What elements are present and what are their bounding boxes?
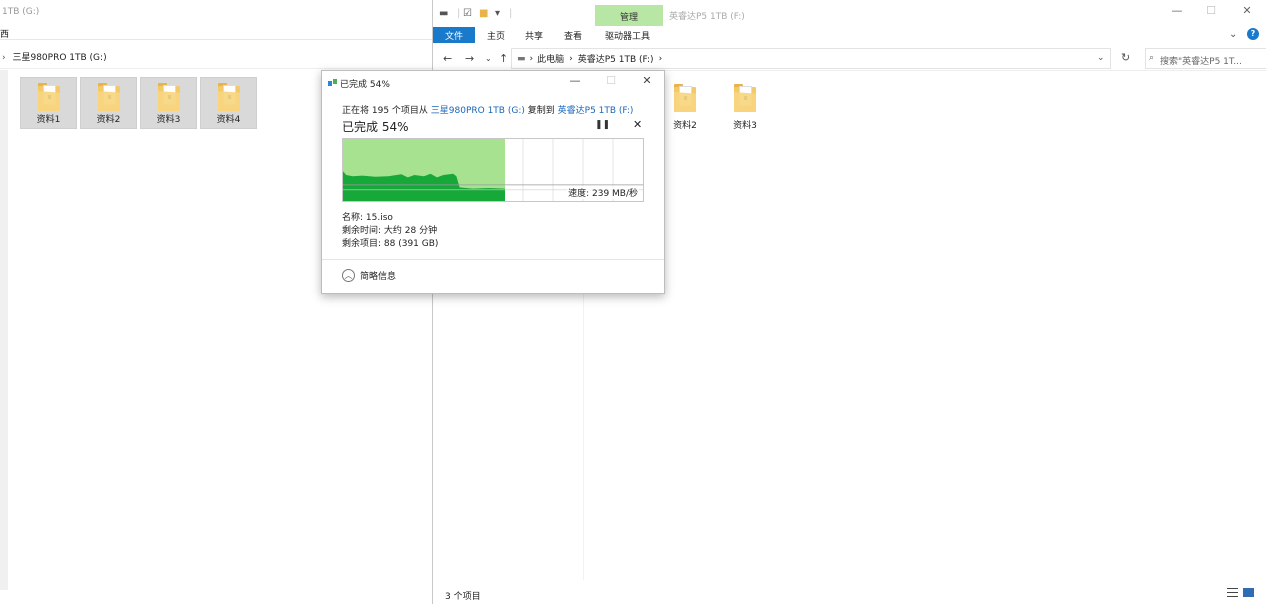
left-window-title: 1TB (G:) [2,7,40,17]
folder-label: 资料2 [96,115,121,125]
breadcrumb-this-pc[interactable]: 此电脑 [537,52,564,65]
new-folder-icon[interactable]: ■ [479,8,488,19]
folder-label: 资料3 [733,121,757,131]
expand-ribbon-icon[interactable]: ⌄ [1229,29,1237,40]
dialog-divider [322,259,664,260]
right-folder-item[interactable]: 资料2 [665,84,705,132]
folder-icon [218,83,240,111]
time-remaining: 剩余时间: 大约 28 分钟 [342,226,438,236]
status-bar: 3 个项目 [433,584,1266,604]
maximize-button[interactable]: ☐ [1201,4,1221,22]
folder-label: 资料1 [36,115,61,125]
back-arrow-icon[interactable]: ← [443,52,452,65]
folder-icon [38,83,60,111]
copy-icon [328,79,338,87]
cancel-button[interactable]: ✕ [633,118,642,131]
up-arrow-icon[interactable]: ↑ [499,52,508,65]
breadcrumb: ▬ › 此电脑 › 英睿达P5 1TB (F:) › [517,46,662,71]
large-icons-view-icon[interactable] [1243,588,1254,597]
tab-manage[interactable]: 管理 [595,5,663,26]
folder-label: 资料2 [673,121,697,131]
chevron-right-icon: › [2,53,6,63]
drive-icon: ▬ [517,53,526,64]
tab-home[interactable]: 主页 [487,27,505,43]
left-folder-item[interactable]: 资料2 [80,77,137,129]
help-icon[interactable]: ? [1247,28,1259,40]
right-window-title: 英睿达P5 1TB (F:) [669,12,745,22]
right-titlebar: ▬ | ☑ ■ ▾ | 管理 英睿达P5 1TB (F:) — ☐ ✕ [433,0,1266,27]
dialog-title: 已完成 54% [340,80,390,90]
chevron-right-icon[interactable]: › [530,54,534,64]
left-scrollbar[interactable] [0,70,8,590]
copy-progress-dialog: 已完成 54% — ☐ ✕ 正在将 195 个项目从 三星980PRO 1TB … [321,70,665,294]
properties-check-icon[interactable]: ☑ [463,8,472,19]
destination-link[interactable]: 英睿达P5 1TB (F:) [558,106,634,116]
copy-description: 正在将 195 个项目从 三星980PRO 1TB (G:) 复制到 英睿达P5… [342,103,633,116]
percent-complete: 已完成 54% [342,120,409,134]
tab-view[interactable]: 查看 [564,27,582,43]
left-ribbon: 西 [0,24,432,40]
less-details-button[interactable]: ︿ 简略信息 [342,269,396,282]
chevron-right-icon[interactable]: › [659,54,663,64]
left-folder-item[interactable]: 资料3 [140,77,197,129]
folder-icon [734,84,756,112]
chevron-right-icon[interactable]: › [569,54,573,64]
left-ribbon-text[interactable]: 西 [0,30,9,40]
search-placeholder: 搜索"英睿达P5 1T... [1160,57,1242,67]
tab-share[interactable]: 共享 [525,27,543,43]
tab-drive-tools[interactable]: 驱动器工具 [605,27,650,43]
dialog-minimize-button[interactable]: — [566,74,584,90]
speed-label: 速度: 239 MB/秒 [567,186,639,199]
dialog-maximize-button: ☐ [606,74,616,87]
items-remaining: 剩余项目: 88 (391 GB) [342,239,439,249]
left-folder-item[interactable]: 资料4 [200,77,257,129]
right-folder-item[interactable]: 资料3 [725,84,765,132]
chevron-up-icon: ︿ [342,269,355,282]
folder-label: 资料4 [216,115,241,125]
left-folder-item[interactable]: 资料1 [20,77,77,129]
separator-icon: | [509,8,513,19]
pause-button[interactable]: ❚❚ [595,120,610,130]
close-button[interactable]: ✕ [1237,4,1257,22]
address-dropdown-icon[interactable]: ⌄ [1097,53,1105,63]
copy-prefix: 正在将 195 个项目从 [342,106,428,116]
item-count: 3 个项目 [445,592,481,602]
drive-icon[interactable]: ▬ [439,8,448,19]
less-details-label: 简略信息 [360,272,397,282]
minimize-button[interactable]: — [1167,4,1187,22]
speed-graph: 速度: 239 MB/秒 [342,138,644,202]
ribbon-tabs: 文件 主页 共享 查看 驱动器工具 ⌄ ? [433,27,1266,43]
left-address-bar[interactable]: › 三星980PRO 1TB (G:) [0,43,432,69]
refresh-icon[interactable]: ↻ [1121,51,1130,64]
recent-dropdown-icon[interactable]: ⌄ [485,54,492,63]
tab-file[interactable]: 文件 [433,27,475,43]
folder-icon [98,83,120,111]
forward-arrow-icon[interactable]: → [465,52,474,65]
navigation-bar: ← → ⌄ ↑ ▬ › 此电脑 › 英睿达P5 1TB (F:) › ⌄ ↻ ⌕… [433,46,1266,71]
file-name: 名称: 15.iso [342,213,393,223]
breadcrumb-drive[interactable]: 英睿达P5 1TB (F:) [578,52,654,65]
folder-icon [158,83,180,111]
separator-icon: | [457,8,461,19]
left-breadcrumb-drive[interactable]: 三星980PRO 1TB (G:) [12,53,106,63]
folder-icon [674,84,696,112]
source-link[interactable]: 三星980PRO 1TB (G:) [431,106,525,116]
dialog-close-button[interactable]: ✕ [638,74,656,90]
folder-label: 资料3 [156,115,181,125]
quick-access-dropdown-icon[interactable]: ▾ [495,8,500,19]
details-view-icon[interactable] [1227,588,1238,597]
search-input[interactable]: ⌕ 搜索"英睿达P5 1T... [1145,48,1266,69]
search-icon: ⌕ [1149,53,1155,63]
copy-mid: 复制到 [527,106,555,116]
